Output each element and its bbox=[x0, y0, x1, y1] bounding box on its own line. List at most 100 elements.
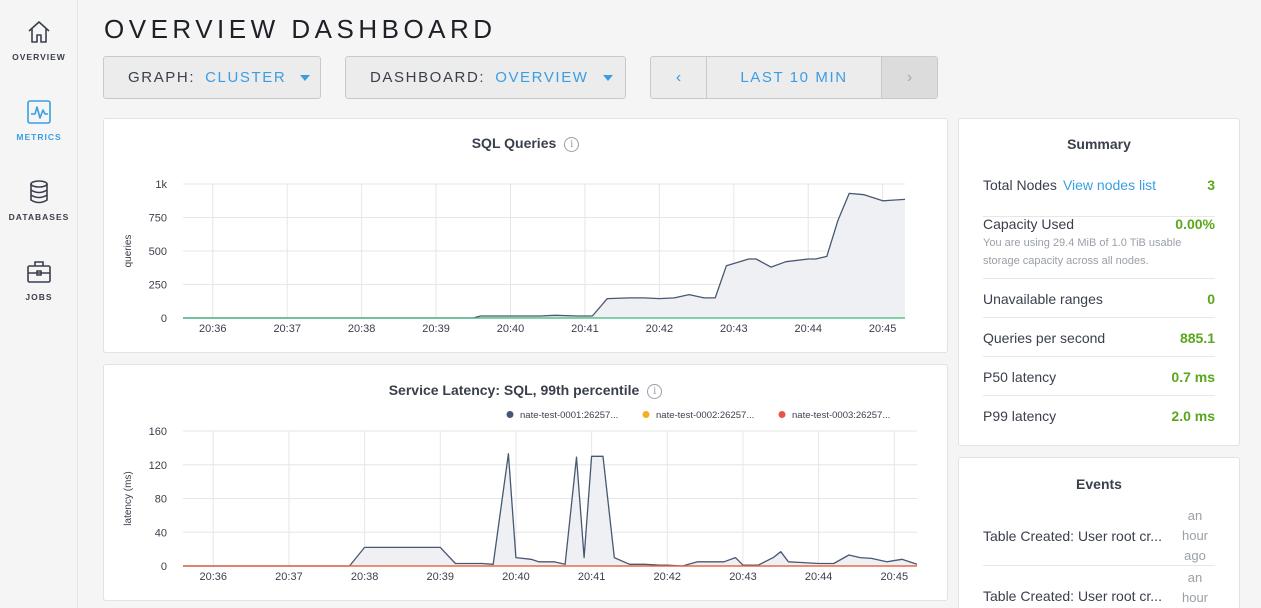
sidebar-item-metrics[interactable]: METRICS bbox=[0, 98, 78, 142]
time-range-selector: ‹ LAST 10 MIN › bbox=[650, 56, 938, 99]
caret-down-icon bbox=[602, 74, 613, 81]
y-tick-label: 0 bbox=[161, 313, 167, 325]
summary-label: Total Nodes bbox=[983, 177, 1057, 193]
summary-label: P99 latency bbox=[983, 408, 1057, 424]
y-tick-label: 160 bbox=[149, 426, 167, 438]
graph-dropdown-value: CLUSTER bbox=[205, 69, 287, 86]
y-tick-label: 500 bbox=[149, 246, 167, 258]
x-tick-label: 20:41 bbox=[571, 323, 599, 335]
dashboard-dropdown-label: DASHBOARD: bbox=[370, 69, 486, 86]
summary-card: Summary Total Nodes View nodes list 3 Cap… bbox=[958, 118, 1240, 446]
database-icon bbox=[30, 180, 48, 204]
summary-value: 0.7 ms bbox=[1171, 369, 1215, 385]
sidebar-item-label: OVERVIEW bbox=[12, 52, 66, 62]
sidebar-item-label: JOBS bbox=[25, 292, 53, 302]
y-tick-label: 120 bbox=[149, 460, 167, 472]
legend-label: nate-test-0001:26257... bbox=[520, 410, 618, 421]
summary-row-p50-latency: P50 latency 0.7 ms bbox=[983, 369, 1215, 396]
sidebar-item-jobs[interactable]: JOBS bbox=[0, 258, 78, 302]
time-next-button[interactable]: › bbox=[881, 57, 937, 98]
event-time: an hour ago bbox=[1181, 508, 1209, 563]
sidebar-item-databases[interactable]: DATABASES bbox=[0, 178, 78, 222]
view-nodes-link[interactable]: View nodes list bbox=[1063, 177, 1156, 193]
briefcase-icon bbox=[27, 261, 51, 283]
legend-marker bbox=[642, 411, 650, 418]
x-tick-label: 20:42 bbox=[646, 323, 674, 335]
y-tick-label: 1k bbox=[155, 179, 167, 191]
x-tick-label: 20:38 bbox=[348, 323, 376, 335]
summary-value: 0.00% bbox=[1175, 216, 1215, 232]
event-text: Table Created: User root cr... bbox=[983, 588, 1162, 604]
x-tick-label: 20:44 bbox=[805, 571, 833, 583]
events-title: Events bbox=[1076, 476, 1122, 492]
x-tick-label: 20:39 bbox=[427, 571, 455, 583]
legend-marker bbox=[506, 411, 514, 418]
summary-row-p99-latency: P99 latency 2.0 ms bbox=[983, 408, 1215, 435]
summary-row-capacity: Capacity Used 0.00% You are using 29.4 M… bbox=[983, 216, 1215, 279]
events-card: Events Table Created: User root cr... an… bbox=[958, 457, 1240, 608]
summary-label: Capacity Used bbox=[983, 216, 1075, 232]
summary-title: Summary bbox=[1067, 136, 1131, 152]
sql-queries-card: SQL Queries i 0 250 500 750 1k 20:36 20:37 20:38… bbox=[103, 118, 948, 353]
sidebar: OVERVIEW METRICS DATABASES JOBS bbox=[0, 0, 78, 608]
sidebar-item-label: METRICS bbox=[16, 132, 62, 142]
time-prev-button[interactable]: ‹ bbox=[651, 57, 707, 98]
x-tick-label: 20:36 bbox=[199, 323, 227, 335]
x-tick-label: 20:38 bbox=[351, 571, 379, 583]
summary-value: 3 bbox=[1207, 177, 1215, 193]
series-line bbox=[183, 453, 918, 567]
sidebar-item-overview[interactable]: OVERVIEW bbox=[0, 18, 78, 62]
x-tick-label: 20:45 bbox=[869, 323, 897, 335]
x-tick-label: 20:41 bbox=[578, 571, 606, 583]
event-time: an hour bbox=[1181, 570, 1209, 605]
x-tick-label: 20:40 bbox=[502, 571, 530, 583]
series-area bbox=[183, 453, 917, 566]
capacity-description: You are using 29.4 MiB of 1.0 TiB usable… bbox=[983, 237, 1182, 267]
dashboard-dropdown-value: OVERVIEW bbox=[495, 69, 589, 86]
summary-label: Unavailable ranges bbox=[983, 291, 1103, 307]
summary-row-unavailable-ranges: Unavailable ranges 0 bbox=[983, 291, 1215, 318]
summary-value: 0 bbox=[1207, 291, 1215, 307]
service-latency-chart: 0 40 80 120 160 20:36 20:37 20:38 20:39 20:40 20:4… bbox=[123, 410, 918, 583]
y-tick-label: 80 bbox=[155, 494, 167, 506]
summary-value: 885.1 bbox=[1179, 330, 1215, 346]
dashboard-dropdown[interactable]: DASHBOARD: OVERVIEW bbox=[345, 56, 626, 99]
event-item[interactable]: Table Created: User root cr... an hour a… bbox=[983, 506, 1215, 566]
page-title: OVERVIEW DASHBOARD bbox=[104, 14, 497, 44]
y-tick-label: 250 bbox=[149, 280, 167, 292]
y-axis-label: latency (ms) bbox=[123, 471, 134, 525]
y-axis-label: queries bbox=[123, 235, 134, 268]
chevron-right-icon: › bbox=[906, 68, 913, 86]
legend-label: nate-test-0003:26257... bbox=[792, 410, 890, 421]
legend-label: nate-test-0002:26257... bbox=[656, 410, 754, 421]
x-tick-label: 20:45 bbox=[881, 571, 909, 583]
x-tick-label: 20:37 bbox=[273, 323, 301, 335]
x-tick-label: 20:39 bbox=[422, 323, 450, 335]
graph-dropdown[interactable]: GRAPH: CLUSTER bbox=[103, 56, 321, 99]
chevron-left-icon: ‹ bbox=[675, 68, 682, 86]
x-tick-label: 20:43 bbox=[720, 323, 748, 335]
sidebar-item-label: DATABASES bbox=[8, 212, 70, 222]
summary-label: P50 latency bbox=[983, 369, 1057, 385]
y-tick-label: 40 bbox=[155, 527, 167, 539]
summary-value: 2.0 ms bbox=[1171, 408, 1215, 424]
sql-queries-chart: 0 250 500 750 1k 20:36 20:37 20:38 20:39 20:40 20:… bbox=[123, 179, 906, 335]
legend-marker bbox=[778, 411, 786, 418]
y-tick-label: 0 bbox=[161, 561, 167, 573]
y-tick-label: 750 bbox=[149, 213, 167, 225]
x-tick-label: 20:42 bbox=[654, 571, 682, 583]
summary-row-queries-per-second: Queries per second 885.1 bbox=[983, 330, 1215, 357]
summary-label: Queries per second bbox=[983, 330, 1106, 346]
x-tick-label: 20:36 bbox=[200, 571, 228, 583]
caret-down-icon bbox=[300, 74, 311, 81]
home-icon bbox=[28, 21, 50, 43]
service-latency-card: Service Latency: SQL, 99th percentile i 0… bbox=[103, 364, 948, 601]
x-tick-label: 20:37 bbox=[275, 571, 303, 583]
x-tick-label: 20:40 bbox=[497, 323, 525, 335]
summary-row-total-nodes: Total Nodes View nodes list 3 bbox=[983, 177, 1215, 217]
time-range-button[interactable]: LAST 10 MIN bbox=[707, 57, 881, 98]
x-tick-label: 20:43 bbox=[729, 571, 757, 583]
graph-dropdown-label: GRAPH: bbox=[128, 69, 196, 86]
series-area bbox=[183, 193, 905, 318]
event-item[interactable]: Table Created: User root cr... an hour bbox=[983, 568, 1215, 608]
